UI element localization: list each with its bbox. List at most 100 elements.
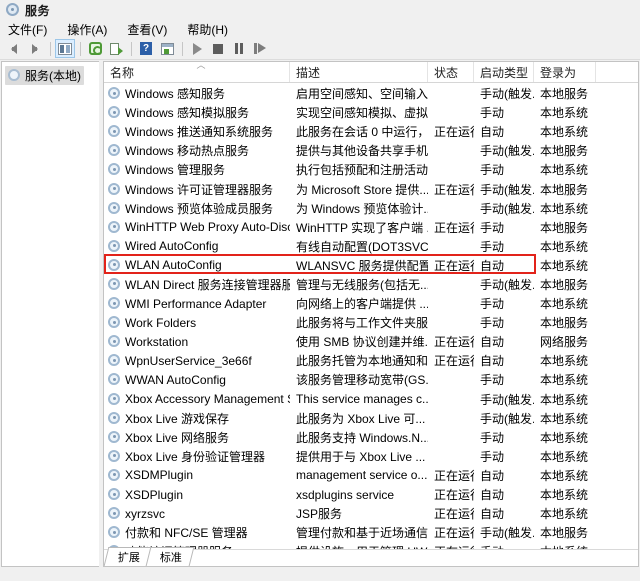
service-name-label: Xbox Accessory Management Ser... bbox=[125, 392, 290, 407]
cell-description: 此服务支持 Windows.N... bbox=[296, 430, 428, 445]
toolbar: ? bbox=[0, 38, 640, 60]
cell-status: 正在运行 bbox=[434, 488, 474, 503]
cell-name: Windows 感知服务 bbox=[104, 85, 290, 102]
table-row[interactable]: WpnUserService_3e66f 此服务托管为本地通知和... 正在运行自动… bbox=[104, 351, 638, 370]
table-row[interactable]: Xbox Accessory Management Ser... This ser… bbox=[104, 390, 638, 409]
cell-log-on-as: 本地系统 bbox=[540, 258, 589, 273]
cell-startup-type: 手动(触发... bbox=[480, 87, 534, 102]
refresh-icon[interactable] bbox=[85, 39, 105, 58]
service-gear-icon bbox=[108, 316, 121, 329]
column-header-startup-type[interactable]: 启动类型 bbox=[474, 62, 534, 82]
table-row[interactable]: Windows 感知模拟服务 实现空间感知模拟、虚拟... 手动 本地系统 bbox=[104, 103, 638, 122]
service-gear-icon bbox=[108, 335, 121, 348]
column-header-log-on-as[interactable]: 登录为 bbox=[534, 62, 596, 82]
cell-log-on-as: 本地系统 bbox=[540, 392, 589, 407]
export-list-icon[interactable] bbox=[106, 39, 126, 58]
table-row[interactable]: Windows 许可证管理器服务 为 Microsoft Store 提供... 正… bbox=[104, 179, 638, 198]
toolbar-separator bbox=[182, 41, 183, 56]
table-row[interactable]: Wired AutoConfig 有线自动配置(DOT3SVC... 手动 本地系统 bbox=[104, 237, 638, 256]
table-row[interactable]: Windows 预览体验成员服务 为 Windows 预览体验计... 手动(触发.… bbox=[104, 199, 638, 218]
table-row[interactable]: Workstation 使用 SMB 协议创建并维... 正在运行自动 网络服务 bbox=[104, 332, 638, 351]
cell-description: 实现空间感知模拟、虚拟... bbox=[296, 106, 428, 121]
cell-description: 管理与无线服务(包括无... bbox=[296, 277, 428, 292]
cell-startup-type: 手动 bbox=[480, 239, 505, 254]
start-service-icon[interactable] bbox=[187, 39, 207, 58]
table-row[interactable]: Windows 移动热点服务 提供与其他设备共享手机... 手动(触发... 本地服务 bbox=[104, 141, 638, 160]
cell-startup-type: 手动(触发... bbox=[480, 144, 534, 159]
tab-standard[interactable]: 标准 bbox=[145, 547, 195, 566]
service-gear-icon bbox=[108, 411, 121, 425]
service-name-label: Windows 许可证管理器服务 bbox=[125, 182, 274, 197]
cell-startup-type: 手动(触发... bbox=[480, 201, 534, 216]
column-header-description[interactable]: 描述 bbox=[290, 62, 428, 82]
cell-startup-type: 自动 bbox=[480, 354, 505, 369]
table-row[interactable]: Work Folders 此服务将与工作文件夹服... 手动 本地服务 bbox=[104, 313, 638, 332]
cell-description: 提供用于与 Xbox Live ... bbox=[296, 449, 426, 464]
table-row[interactable]: WLAN Direct 服务连接管理器服务 管理与无线服务(包括无... 手动(触发… bbox=[104, 275, 638, 294]
cell-status: 正在运行 bbox=[428, 543, 474, 549]
column-header-name[interactable]: 名称 bbox=[104, 62, 290, 82]
cell-description: This service manages c... bbox=[296, 392, 428, 407]
tab-extended[interactable]: 扩展 bbox=[104, 547, 153, 566]
stop-service-icon[interactable] bbox=[208, 39, 228, 58]
table-row[interactable]: Xbox Live 网络服务 此服务支持 Windows.N... 手动 本地系统 bbox=[104, 428, 638, 447]
cell-status: 正在运行 bbox=[434, 507, 474, 522]
column-header-status[interactable]: 状态 bbox=[428, 62, 474, 82]
menu-file[interactable]: 文件(F) bbox=[6, 21, 58, 38]
show-hide-console-tree-icon[interactable] bbox=[55, 39, 75, 58]
table-row[interactable]: Xbox Live 游戏保存 此服务为 Xbox Live 可... 手动(触发..… bbox=[104, 409, 638, 428]
services-list[interactable]: Windows 感知服务启用空间感知、空间输入...手动(触发...本地服务Wi… bbox=[104, 83, 638, 549]
cell-status: 正在运行 bbox=[434, 335, 474, 350]
cell-startup-type: 手动 bbox=[480, 297, 505, 312]
cell-name: Workstation bbox=[104, 335, 290, 349]
table-row[interactable]: WLAN AutoConfig WLANSVC 服务提供配置... 正在运行自动 本地… bbox=[104, 256, 638, 275]
cell-log-on-as: 本地服务 bbox=[540, 87, 589, 102]
cell-startup-type: 自动 bbox=[480, 488, 505, 503]
table-row[interactable]: Xbox Live 身份验证管理器 提供用于与 Xbox Live ... 手动 本地… bbox=[104, 447, 638, 466]
services-window: 服务 文件(F) 操作(A) 查看(V) 帮助(H) ? 服务(本地) 名称 ︿… bbox=[0, 0, 640, 581]
menu-help[interactable]: 帮助(H) bbox=[185, 21, 239, 38]
service-gear-icon bbox=[108, 106, 121, 119]
cell-startup-type: 手动 bbox=[480, 430, 505, 445]
cell-name: Xbox Live 网络服务 bbox=[104, 429, 290, 446]
service-name-label: Windows 预览体验成员服务 bbox=[125, 201, 274, 216]
table-row[interactable]: 付款和 NFC/SE 管理器 管理付款和基于近场通信... 正在运行手动(触发...… bbox=[104, 523, 638, 542]
back-icon[interactable] bbox=[4, 39, 24, 58]
help-icon[interactable]: ? bbox=[136, 39, 156, 58]
table-row[interactable]: xyrzsvc JSP服务 正在运行自动 本地系统 bbox=[104, 504, 638, 523]
table-row[interactable]: XSDMPlugin management service o... 正在运行自动 本… bbox=[104, 466, 638, 485]
properties-icon[interactable] bbox=[157, 39, 177, 58]
table-row[interactable]: WMI Performance Adapter 向网络上的客户端提供 ... 手动 本… bbox=[104, 294, 638, 313]
service-name-label: WLAN AutoConfig bbox=[125, 258, 222, 273]
cell-log-on-as: 本地服务 bbox=[540, 144, 589, 159]
restart-service-icon[interactable] bbox=[250, 39, 270, 58]
table-row[interactable]: Windows 管理服务 执行包括预配和注册活动... 手动 本地系统 bbox=[104, 160, 638, 179]
service-name-label: Xbox Live 身份验证管理器 bbox=[125, 449, 266, 464]
service-gear-icon bbox=[108, 220, 121, 234]
menu-view[interactable]: 查看(V) bbox=[125, 21, 178, 38]
services-list-pane: 名称 描述 状态 启动类型 登录为 Windows 感知服务 启用空间感知、空间输… bbox=[103, 61, 639, 567]
service-gear-icon bbox=[108, 392, 121, 406]
cell-startup-type: 自动 bbox=[480, 335, 505, 350]
service-gear-icon bbox=[108, 163, 121, 176]
table-row[interactable]: Windows 推送通知系统服务 此服务在会话 0 中运行，... 正在运行自动 本地… bbox=[104, 122, 638, 141]
table-row[interactable]: WWAN AutoConfig 该服务管理移动宽带(GS... 手动 本地系统 bbox=[104, 370, 638, 389]
table-row[interactable]: XSDPlugin xsdplugins service 正在运行自动 本地系统 bbox=[104, 485, 638, 504]
table-row[interactable]: WinHTTP Web Proxy Auto-Discove... WinHTTP… bbox=[104, 218, 638, 237]
forward-icon[interactable] bbox=[25, 39, 45, 58]
service-gear-icon bbox=[108, 354, 121, 367]
cell-name: xyrzsvc bbox=[104, 507, 290, 521]
cell-status: 正在运行 bbox=[434, 354, 474, 369]
service-name-label: Windows 感知服务 bbox=[125, 87, 226, 102]
service-gear-icon bbox=[108, 297, 121, 310]
cell-log-on-as: 本地系统 bbox=[540, 373, 589, 388]
tree-node-services-local[interactable]: 服务(本地) bbox=[5, 66, 84, 85]
service-name-label: Wired AutoConfig bbox=[125, 239, 219, 254]
cell-name: WMI Performance Adapter bbox=[104, 297, 290, 311]
pause-service-icon[interactable] bbox=[229, 39, 249, 58]
menu-action[interactable]: 操作(A) bbox=[65, 21, 118, 38]
table-row[interactable]: Windows 感知服务 启用空间感知、空间输入... 手动(触发... 本地服务 bbox=[104, 84, 638, 103]
cell-description: 使用 SMB 协议创建并维... bbox=[296, 335, 428, 350]
cell-startup-type: 自动 bbox=[480, 258, 505, 273]
cell-name: Work Folders bbox=[104, 316, 290, 330]
